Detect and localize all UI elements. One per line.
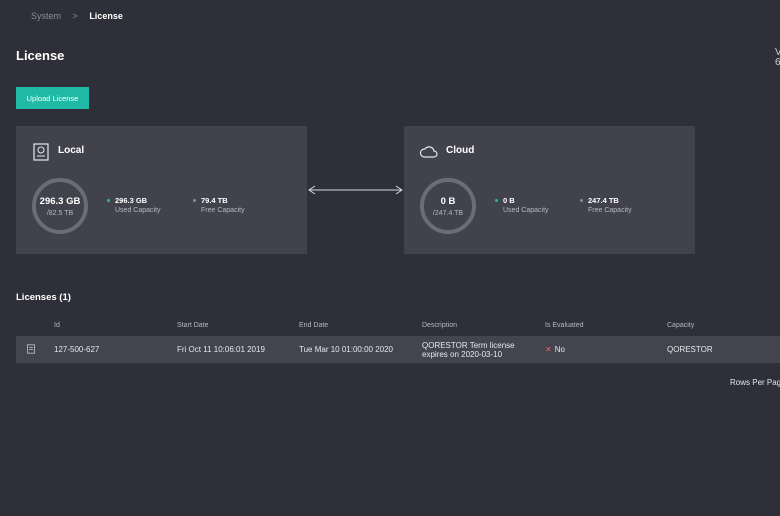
breadcrumb-current: License [89,11,123,21]
breadcrumb-system[interactable]: System [31,11,61,21]
clipped-right-text: V 6 [775,48,780,68]
document-icon [27,344,35,354]
used-dot [495,199,498,202]
col-capacity[interactable]: Capacity [667,322,694,329]
cloud-donut-total: /247.4 TB [432,210,464,217]
local-free-value: 79.4 TB [201,196,228,205]
rows-per-page-label: Rows Per Pag [730,378,780,387]
clipped-right-line-2: 6 [775,57,780,68]
local-used-stat: 296.3 GB Used Capacity [107,196,161,214]
cloud-storage-card: Cloud 0 B /247.4 TB 0 B Used Capacity 24… [404,126,695,254]
table-row[interactable]: 127-500-627 Fri Oct 11 10:06:01 2019 Tue… [16,336,780,363]
cloud-donut-value: 0 B [440,196,456,207]
cloud-capacity-donut: 0 B /247.4 TB [420,178,476,234]
license-end-date: Tue Mar 10 01:00:00 2020 [299,345,393,354]
local-used-label: Used Capacity [115,207,161,214]
col-is-evaluated[interactable]: Is Evaluated [545,322,584,329]
license-capacity: QORESTOR [667,345,713,354]
double-arrow-icon [308,185,403,195]
free-dot [193,199,196,202]
cloud-card-title: Cloud [446,145,475,156]
license-start-date: Fri Oct 11 10:06:01 2019 [177,345,265,354]
local-storage-icon [33,143,49,161]
license-id: 127-500-627 [54,345,100,354]
licenses-table-header: Id Start Date End Date Description Is Ev… [16,322,780,334]
cloud-icon [419,146,438,158]
cloud-used-stat: 0 B Used Capacity [495,196,549,214]
local-donut-total: /82.5 TB [46,210,74,217]
licenses-title: Licenses (1) [16,292,71,303]
breadcrumb-separator: > [72,11,78,21]
cloud-free-stat: 247.4 TB Free Capacity [580,196,632,214]
close-icon: ✕ [545,345,552,354]
local-storage-card: Local 296.3 GB /82.5 TB 296.3 GB Used Ca… [16,126,307,254]
license-evaluated: ✕ No [545,345,565,354]
col-end-date[interactable]: End Date [299,322,328,329]
cloud-used-label: Used Capacity [503,207,549,214]
used-dot [107,199,110,202]
local-donut-value: 296.3 GB [39,196,81,207]
cloud-free-value: 247.4 TB [588,196,619,205]
cloud-free-label: Free Capacity [588,207,632,214]
col-id[interactable]: Id [54,322,60,329]
local-free-stat: 79.4 TB Free Capacity [193,196,245,214]
col-start-date[interactable]: Start Date [177,322,209,329]
license-description: QORESTOR Term license expires on 2020-03… [422,341,515,359]
col-description[interactable]: Description [422,322,457,329]
breadcrumb: System > License [31,11,123,21]
local-card-title: Local [58,145,85,156]
free-dot [580,199,583,202]
local-used-value: 296.3 GB [115,196,148,205]
license-evaluated-value: No [554,345,565,354]
upload-license-button[interactable]: Upload License [16,87,89,109]
local-free-label: Free Capacity [201,207,245,214]
cloud-used-value: 0 B [503,196,515,205]
page-title: License [16,48,65,63]
local-capacity-donut: 296.3 GB /82.5 TB [32,178,88,234]
